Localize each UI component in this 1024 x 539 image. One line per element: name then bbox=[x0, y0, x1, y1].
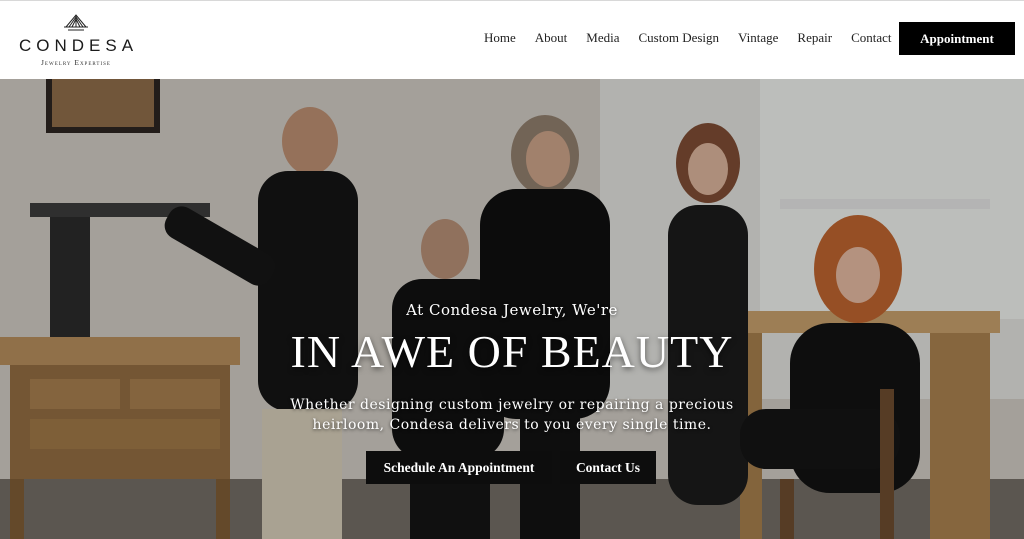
crown-fan-icon bbox=[64, 14, 88, 31]
schedule-appointment-button[interactable]: Schedule An Appointment bbox=[366, 451, 552, 484]
site-header: CONDESA Jewelry Expertise Home About Med… bbox=[0, 0, 1024, 79]
nav-about[interactable]: About bbox=[535, 30, 568, 48]
brand-tagline: Jewelry Expertise bbox=[41, 58, 111, 67]
brand-logo[interactable]: CONDESA Jewelry Expertise bbox=[14, 11, 138, 71]
brand-name: CONDESA bbox=[18, 36, 139, 55]
nav-repair[interactable]: Repair bbox=[797, 30, 832, 48]
nav-custom-design[interactable]: Custom Design bbox=[639, 30, 720, 48]
nav-media[interactable]: Media bbox=[586, 30, 619, 48]
contact-us-button[interactable]: Contact Us bbox=[560, 451, 656, 484]
hero-description: Whether designing custom jewelry or repa… bbox=[290, 397, 734, 433]
nav-home[interactable]: Home bbox=[484, 30, 516, 48]
hero-section: At Condesa Jewelry, We're IN AWE OF BEAU… bbox=[0, 79, 1024, 539]
hero-title: IN AWE OF BEAUTY bbox=[290, 326, 734, 377]
nav-contact[interactable]: Contact bbox=[851, 30, 891, 48]
appointment-button[interactable]: Appointment bbox=[899, 22, 1015, 55]
nav-vintage[interactable]: Vintage bbox=[738, 30, 778, 48]
main-nav: Home About Media Custom Design Vintage R… bbox=[484, 30, 892, 48]
hero-eyebrow: At Condesa Jewelry, We're bbox=[406, 301, 618, 319]
